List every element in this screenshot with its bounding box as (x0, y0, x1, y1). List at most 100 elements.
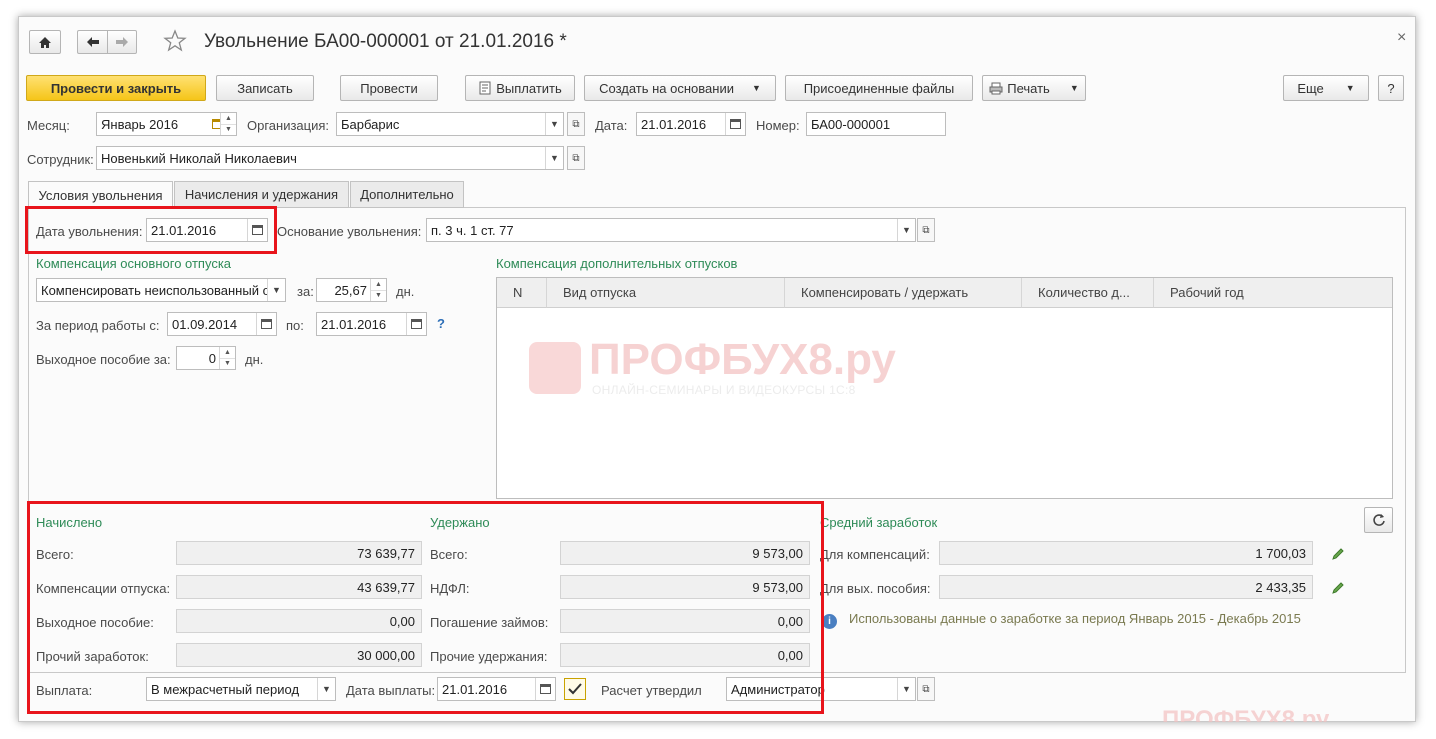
edit-pencil-icon[interactable] (1331, 581, 1345, 598)
days-unit: дн. (396, 284, 415, 299)
chevron-down-icon[interactable]: ▼ (897, 219, 915, 241)
open-approved-by-button[interactable]: ⧉ (917, 677, 935, 701)
watermark-logo-icon (529, 342, 581, 394)
calendar-icon[interactable] (406, 313, 426, 335)
organization-field[interactable]: Барбарис ▼ (336, 112, 564, 136)
employee-value: Новенький Николай Николаевич (101, 150, 297, 166)
pay-label: Выплатить (496, 80, 562, 96)
write-button[interactable]: Записать (216, 75, 314, 101)
refresh-button[interactable] (1364, 507, 1393, 533)
chevron-down-icon[interactable]: ▼ (267, 279, 285, 301)
comp-days-spinner[interactable]: ▲ ▼ (370, 279, 386, 301)
date-label: Дата: (595, 118, 628, 133)
home-button[interactable] (29, 30, 61, 54)
comp-mode-value: Компенсировать неиспользованный о (41, 282, 267, 298)
dismissal-basis-label: Основание увольнения: (277, 224, 422, 239)
chevron-down-icon: ▼ (1069, 83, 1079, 93)
watermark-bottom-brand: ПРОФБУХ8.ру (1162, 708, 1330, 722)
arrow-left-icon (86, 37, 99, 47)
post-and-close-button[interactable]: Провести и закрыть (26, 75, 206, 101)
tab-dismissal-conditions[interactable]: Условия увольнения (28, 181, 173, 209)
chevron-down-icon[interactable]: ▼ (545, 113, 563, 135)
avg-comp-value: 1 700,03 (939, 541, 1313, 565)
watermark-tagline: ОНЛАЙН-СЕМИНАРЫ И ВИДЕОКУРСЫ 1С:8 (592, 383, 856, 397)
printer-icon (989, 82, 1003, 94)
number-field[interactable]: БА00-000001 (806, 112, 946, 136)
avg-sev-label: Для вых. пособия: (820, 581, 931, 596)
post-button[interactable]: Провести (340, 75, 438, 101)
tab-accruals-deductions[interactable]: Начисления и удержания (174, 181, 349, 208)
period-from-field[interactable]: 01.09.2014 (167, 312, 277, 336)
period-to-value: 21.01.2016 (321, 316, 387, 332)
severance-days-value: 0 (208, 350, 216, 366)
calendar-icon[interactable] (725, 113, 745, 135)
col-quantity[interactable]: Количество д... (1022, 278, 1154, 308)
main-comp-title: Компенсация основного отпуска (36, 256, 232, 271)
calendar-icon[interactable] (256, 313, 276, 335)
dismissal-basis-field[interactable]: п. 3 ч. 1 ст. 77 ▼ (426, 218, 916, 242)
open-basis-button[interactable]: ⧉ (917, 218, 935, 242)
avg-sev-value: 2 433,35 (939, 575, 1313, 599)
col-compensate[interactable]: Компенсировать / удержать (785, 278, 1022, 308)
period-to-label: по: (286, 318, 304, 333)
comp-mode-select[interactable]: Компенсировать неиспользованный о ▼ (36, 278, 286, 302)
severance-days-field[interactable]: 0 ▲ ▼ (176, 346, 236, 370)
chevron-down-icon[interactable]: ▼ (897, 678, 915, 700)
month-value: Январь 2016 (101, 116, 179, 132)
more-button[interactable]: Еще ▼ (1283, 75, 1369, 101)
help-question-icon[interactable]: ? (437, 316, 445, 331)
tab-additional[interactable]: Дополнительно (350, 181, 464, 208)
avg-info-text: Использованы данные о заработке за перио… (849, 611, 1301, 626)
comp-days-field[interactable]: 25,67 ▲ ▼ (316, 278, 387, 302)
info-icon: i (822, 614, 837, 629)
organization-value: Барбарис (341, 116, 400, 132)
pay-button[interactable]: Выплатить (465, 75, 575, 101)
arrow-right-icon (116, 37, 128, 47)
print-button[interactable]: Печать ▼ (982, 75, 1086, 101)
open-employee-button[interactable]: ⧉ (567, 146, 585, 170)
edit-pencil-icon[interactable] (1331, 547, 1345, 564)
period-to-field[interactable]: 21.01.2016 (316, 312, 427, 336)
highlight-totals (27, 501, 824, 714)
col-n[interactable]: N (497, 278, 547, 308)
close-icon[interactable]: × (1397, 29, 1406, 47)
more-label: Еще (1297, 80, 1324, 96)
chevron-down-icon: ▼ (751, 83, 761, 93)
home-icon (39, 36, 51, 48)
severance-label: Выходное пособие за: (36, 352, 171, 367)
avg-comp-label: Для компенсаций: (820, 547, 930, 562)
create-based-button[interactable]: Создать на основании ▼ (584, 75, 776, 101)
extra-comp-title: Компенсация дополнительных отпусков (496, 256, 738, 271)
employee-label: Сотрудник: (27, 152, 94, 167)
back-button[interactable] (77, 30, 107, 54)
favorite-star-icon[interactable] (163, 29, 187, 56)
date-field[interactable]: 21.01.2016 (636, 112, 746, 136)
chevron-down-icon: ▼ (1345, 83, 1355, 93)
col-work-year[interactable]: Рабочий год (1154, 278, 1392, 308)
create-based-label: Создать на основании (599, 80, 734, 96)
chevron-down-icon[interactable]: ▼ (545, 147, 563, 169)
month-label: Месяц: (27, 118, 70, 133)
date-value: 21.01.2016 (641, 116, 707, 132)
month-spinner[interactable]: ▲ ▼ (220, 113, 236, 135)
number-value: БА00-000001 (811, 116, 891, 132)
organization-label: Организация: (247, 118, 330, 133)
avg-title: Средний заработок (820, 515, 938, 530)
month-field[interactable]: Январь 2016 ▲ ▼ (96, 112, 237, 136)
help-button[interactable]: ? (1378, 75, 1404, 101)
col-leave-type[interactable]: Вид отпуска (547, 278, 785, 308)
forward-button[interactable] (107, 30, 137, 54)
highlight-dismissal-date (25, 206, 277, 254)
employee-field[interactable]: Новенький Николай Николаевич ▼ (96, 146, 564, 170)
attached-files-button[interactable]: Присоединенные файлы (785, 75, 973, 101)
severance-spinner[interactable]: ▲ ▼ (219, 347, 235, 369)
open-organization-button[interactable]: ⧉ (567, 112, 585, 136)
print-label: Печать (1007, 80, 1050, 96)
refresh-icon (1372, 514, 1385, 526)
number-label: Номер: (756, 118, 800, 133)
dismissal-basis-value: п. 3 ч. 1 ст. 77 (431, 222, 514, 238)
document-window: Увольнение БА00-000001 от 21.01.2016 * ×… (18, 16, 1416, 722)
document-icon (479, 81, 491, 95)
za-label: за: (297, 284, 314, 299)
period-from-value: 01.09.2014 (172, 316, 238, 332)
